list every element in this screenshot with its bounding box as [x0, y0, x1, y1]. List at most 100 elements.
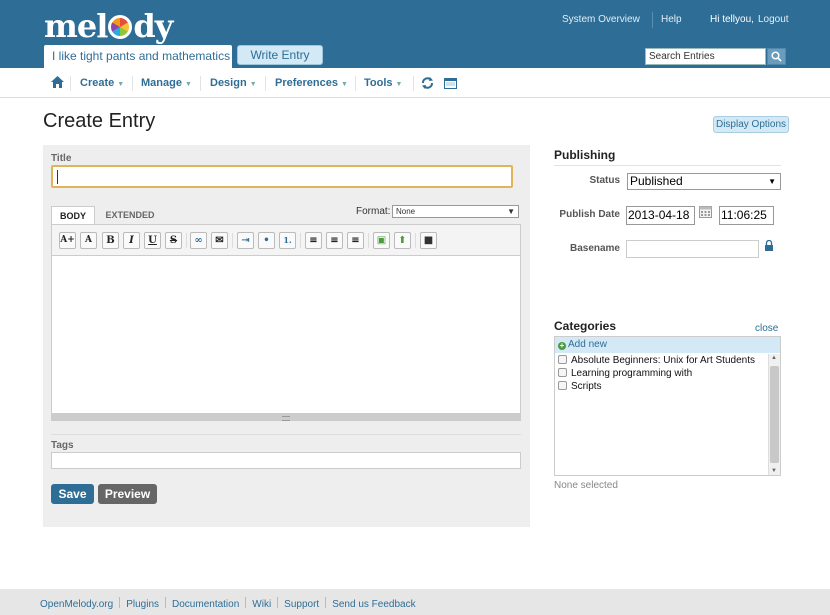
checkbox[interactable] — [558, 368, 567, 377]
footer-link-support[interactable]: Support — [284, 599, 319, 610]
system-overview-link[interactable]: System Overview — [562, 14, 640, 25]
search-icon — [771, 51, 782, 62]
publish-date-input[interactable]: 2013-04-18 — [626, 206, 695, 225]
nav-manage[interactable]: Manage ▼ — [141, 68, 192, 98]
link-icon[interactable]: ∞ — [190, 232, 207, 249]
tab-body[interactable]: BODY — [51, 206, 95, 224]
indent-icon[interactable]: ⇥ — [237, 232, 254, 249]
chevron-down-icon: ▼ — [117, 81, 125, 88]
chevron-down-icon: ▼ — [395, 81, 403, 88]
help-link[interactable]: Help — [661, 14, 682, 25]
align-center-icon[interactable]: ≡ — [326, 232, 343, 249]
toggle-html-icon[interactable]: ■ — [420, 232, 437, 249]
email-link-icon[interactable]: ✉ — [211, 232, 228, 249]
add-new-label: Add new — [568, 339, 607, 350]
nav-preferences[interactable]: Preferences ▼ — [275, 68, 348, 98]
categories-selection-status: None selected — [554, 480, 618, 491]
format-value: None — [396, 207, 416, 216]
footer-link-wiki[interactable]: Wiki — [252, 599, 271, 610]
write-entry-button[interactable]: Write Entry — [237, 45, 323, 65]
category-label: Absolute Beginners: Unix for Art Student… — [571, 355, 755, 366]
tags-input[interactable] — [51, 452, 521, 469]
toolbar-divider — [232, 233, 233, 248]
search-input[interactable]: Search Entries — [645, 48, 766, 65]
footer-divider — [277, 597, 279, 608]
font-size-increase-icon[interactable]: A+ — [59, 232, 76, 249]
nav-tools[interactable]: Tools ▼ — [364, 68, 402, 98]
display-options-button[interactable]: Display Options — [713, 116, 789, 133]
nav-create[interactable]: Create ▼ — [80, 68, 124, 98]
footer: OpenMelody.org Plugins Documentation Wiki Su… — [0, 589, 830, 615]
nav-divider — [132, 76, 133, 91]
main-nav: Create ▼ Manage ▼ Design ▼ Preferences ▼ Too… — [0, 68, 830, 98]
category-item[interactable]: Learning programming with — [558, 368, 692, 379]
footer-link-plugins[interactable]: Plugins — [126, 599, 159, 610]
insert-file-icon[interactable]: ⬆ — [394, 232, 411, 249]
publish-time-input[interactable]: 11:06:25 — [719, 206, 774, 225]
font-size-decrease-icon[interactable]: A — [80, 232, 97, 249]
editor-resize-handle[interactable] — [51, 414, 521, 421]
editor-toolbar: A+ A B I U S ∞ ✉ ⇥ • 1. ≡ ≡ ≡ ▣ ⬆ ■ — [52, 225, 520, 256]
page-title: Create Entry — [43, 110, 156, 132]
chevron-down-icon: ▼ — [184, 81, 192, 88]
align-left-icon[interactable]: ≡ — [305, 232, 322, 249]
checkbox[interactable] — [558, 355, 567, 364]
publishing-divider — [554, 165, 781, 166]
toolbar-divider — [415, 233, 416, 248]
category-item[interactable]: Scripts — [558, 381, 602, 392]
strikethrough-icon[interactable]: S — [165, 232, 182, 249]
underline-icon[interactable]: U — [144, 232, 161, 249]
lock-icon[interactable] — [764, 240, 774, 251]
body-editor[interactable]: A+ A B I U S ∞ ✉ ⇥ • 1. ≡ ≡ ≡ ▣ ⬆ ■ — [51, 224, 521, 414]
publishing-heading: Publishing — [554, 148, 616, 162]
blog-name-tab[interactable]: I like tight pants and mathematics — [44, 45, 232, 68]
basename-input[interactable] — [626, 240, 759, 258]
home-icon[interactable] — [51, 76, 64, 88]
nav-design[interactable]: Design ▼ — [210, 68, 257, 98]
title-input[interactable] — [51, 165, 513, 188]
checkbox[interactable] — [558, 381, 567, 390]
nav-divider — [200, 76, 201, 91]
categories-close-link[interactable]: close — [755, 323, 778, 334]
search-button[interactable] — [767, 48, 786, 65]
preview-button[interactable]: Preview — [98, 484, 157, 504]
logout-link[interactable]: Logout — [758, 14, 789, 25]
tags-label: Tags — [51, 440, 74, 451]
calendar-icon[interactable] — [699, 206, 712, 218]
title-label: Title — [51, 153, 72, 164]
save-button[interactable]: Save — [51, 484, 94, 504]
logo-text-end: dy — [133, 7, 173, 45]
category-item[interactable]: Absolute Beginners: Unix for Art Student… — [558, 355, 755, 366]
melody-logo[interactable]: mel dy — [44, 7, 173, 45]
nav-design-label: Design — [210, 77, 247, 89]
insert-image-icon[interactable]: ▣ — [373, 232, 390, 249]
status-select[interactable]: Published ▼ — [627, 173, 781, 190]
nav-divider — [265, 76, 266, 91]
category-label: Scripts — [571, 381, 602, 392]
footer-divider — [325, 597, 327, 608]
bold-icon[interactable]: B — [102, 232, 119, 249]
categories-scrollbar[interactable]: ▲ ▼ — [768, 354, 780, 475]
view-site-icon[interactable] — [444, 78, 457, 89]
align-right-icon[interactable]: ≡ — [347, 232, 364, 249]
format-select[interactable]: None ▼ — [392, 205, 519, 218]
footer-divider — [119, 597, 121, 608]
scroll-down-icon[interactable]: ▼ — [771, 468, 777, 474]
dropdown-arrow-icon: ▼ — [768, 177, 776, 186]
scrollbar-thumb[interactable] — [770, 366, 779, 463]
header: mel dy I like tight pants and mathematics… — [0, 0, 830, 68]
refresh-icon[interactable] — [421, 77, 434, 89]
numbered-list-icon[interactable]: 1. — [279, 232, 296, 249]
scroll-up-icon[interactable]: ▲ — [771, 355, 777, 361]
footer-divider — [245, 597, 247, 608]
category-label: Learning programming with — [571, 368, 693, 379]
basename-label: Basename — [569, 243, 620, 254]
footer-link-feedback[interactable]: Send us Feedback — [332, 599, 415, 610]
tab-extended[interactable]: EXTENDED — [98, 206, 162, 224]
categories-heading: Categories — [554, 319, 617, 333]
italic-icon[interactable]: I — [123, 232, 140, 249]
bullet-list-icon[interactable]: • — [258, 232, 275, 249]
add-category-link[interactable]: + Add new — [555, 337, 780, 353]
footer-link-documentation[interactable]: Documentation — [172, 599, 239, 610]
footer-link-openmelody[interactable]: OpenMelody.org — [40, 599, 113, 610]
